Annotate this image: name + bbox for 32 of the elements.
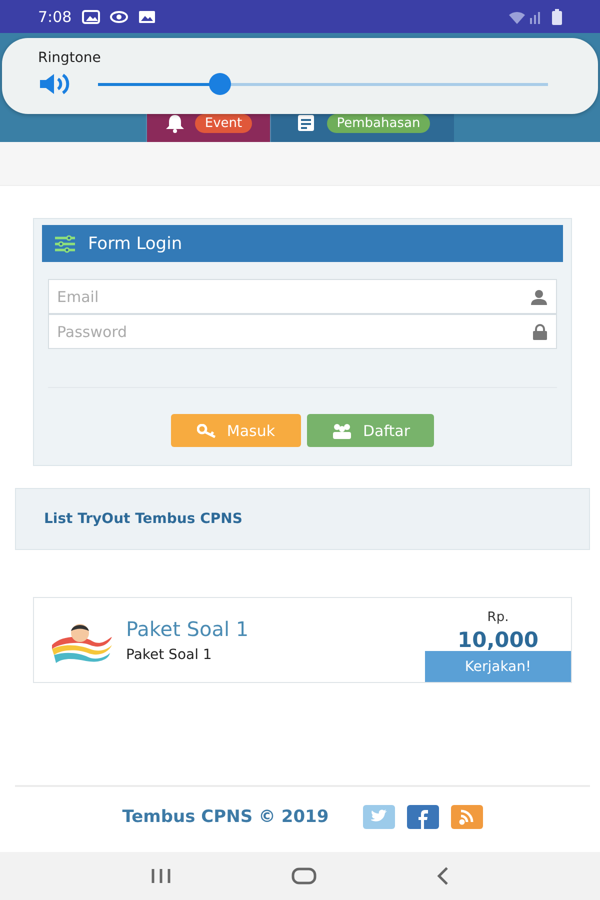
- image-icon: [82, 10, 100, 24]
- footer-copyright: Tembus CPNS © 2019: [122, 807, 329, 827]
- image-icon: [138, 10, 156, 24]
- package-price: 10,000: [457, 629, 539, 651]
- start-button[interactable]: Kerjakan!: [425, 651, 571, 682]
- package-subtitle: Paket Soal 1: [126, 647, 213, 663]
- status-time: 7:08: [38, 8, 72, 26]
- register-button[interactable]: Daftar: [307, 414, 434, 447]
- eye-icon: [110, 10, 128, 24]
- password-field[interactable]: Password: [48, 314, 557, 349]
- tab-label: Pembahasan: [326, 114, 430, 132]
- login-button[interactable]: Masuk: [171, 414, 301, 447]
- signal-icon: [508, 10, 542, 24]
- facebook-icon[interactable]: [406, 805, 439, 829]
- users-icon: [331, 422, 353, 438]
- recent-apps-icon: [149, 867, 173, 885]
- package-title: Paket Soal 1: [126, 617, 249, 641]
- lock-icon: [532, 324, 548, 340]
- sliders-icon: [54, 234, 76, 252]
- rss-icon[interactable]: [450, 805, 483, 829]
- panel-title: Form Login: [88, 234, 182, 254]
- user-icon: [530, 289, 548, 305]
- price-currency: Rp.: [487, 610, 509, 625]
- volume-label: Ringtone: [38, 50, 102, 66]
- bell-icon: [164, 113, 185, 133]
- battery-icon: [552, 8, 562, 24]
- home-icon: [291, 866, 317, 886]
- back-icon: [435, 866, 451, 886]
- tab-label: Event: [194, 114, 252, 132]
- key-icon: [196, 424, 217, 438]
- list-title: List TryOut Tembus CPNS: [44, 511, 242, 527]
- email-field[interactable]: Email: [48, 279, 557, 314]
